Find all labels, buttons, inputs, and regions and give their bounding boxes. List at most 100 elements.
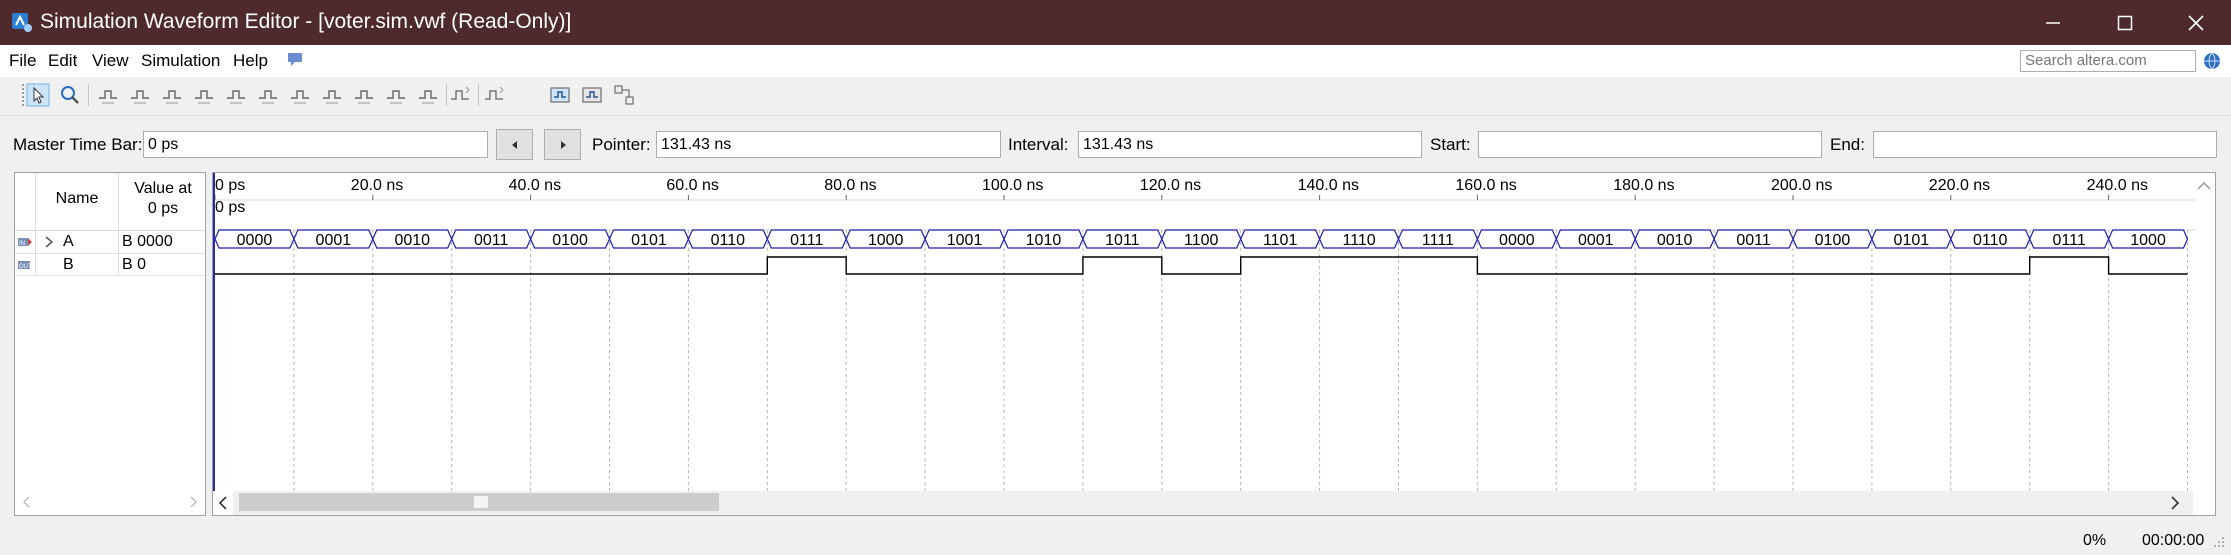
- window-title: Simulation Waveform Editor - [voter.sim.…: [40, 10, 572, 33]
- previous-transition-button[interactable]: [496, 129, 533, 160]
- scroll-up-arrow[interactable]: [2197, 181, 2211, 190]
- interval-field[interactable]: 131.43 ns: [1078, 131, 1422, 158]
- bus-a-value-label: 0111: [790, 232, 823, 249]
- menu-help[interactable]: Help: [233, 49, 268, 73]
- elapsed-time: 00:00:00: [2142, 532, 2205, 549]
- time-tick-label: 80.0 ns: [824, 177, 876, 194]
- time-tick-label: 140.0 ns: [1298, 177, 1359, 194]
- forcing-clock-icon[interactable]: [352, 83, 376, 107]
- value-column-header-line2: 0 ps: [147, 200, 179, 217]
- time-tick-label: 40.0 ns: [509, 177, 561, 194]
- bus-a-value-label: 1000: [2130, 232, 2166, 249]
- signal-value: B 0: [122, 256, 147, 273]
- feedback-icon[interactable]: [287, 51, 303, 67]
- progress-percent: 0%: [2083, 532, 2107, 549]
- time-tick-label: 180.0 ns: [1613, 177, 1674, 194]
- bus-a-value-label: 0101: [631, 232, 667, 249]
- scroll-right-arrow[interactable]: [187, 495, 199, 509]
- bus-a-value-label: 0000: [237, 232, 273, 249]
- bus-a-value-label: 0010: [1657, 232, 1693, 249]
- bus-a-value-label: 0001: [316, 232, 352, 249]
- bus-a-value-label: 1011: [1105, 232, 1140, 249]
- force-high-icon[interactable]: [160, 83, 184, 107]
- count-value-icon[interactable]: [320, 83, 344, 107]
- bus-a-value-label: 0011: [474, 232, 509, 249]
- bus-a-value-label: 0001: [1578, 232, 1614, 249]
- maximize-button[interactable]: [2090, 0, 2160, 45]
- start-field[interactable]: [1478, 131, 1822, 158]
- resize-grip-icon[interactable]: [2212, 535, 2226, 549]
- pointer-field[interactable]: 131.43 ns: [656, 131, 1001, 158]
- time-tick-label: 120.0 ns: [1140, 177, 1201, 194]
- app-icon: [10, 10, 34, 34]
- name-column-header[interactable]: Name: [37, 189, 117, 209]
- waveform-canvas[interactable]: 0 ps 20.0 ns 40.0 ns 60.0 ns 80.0 ns 100.0 ns…: [213, 173, 2215, 515]
- signal-list-panel: Name Value at 0 ps IN A B 0000 OUT B B 0: [14, 172, 206, 516]
- time-tick-label: 220.0 ns: [1929, 177, 1990, 194]
- bus-a-value-label: 0011: [1736, 232, 1771, 249]
- force-high-impedance-icon[interactable]: [192, 83, 216, 107]
- time-marker-label: 0 ps: [215, 199, 245, 216]
- minimize-button[interactable]: [2018, 0, 2088, 45]
- scroll-left-arrow[interactable]: [218, 496, 227, 510]
- menu-file[interactable]: File: [9, 49, 36, 73]
- search-input[interactable]: [2020, 50, 2196, 72]
- snap-to-grid-icon[interactable]: [448, 83, 472, 107]
- zoom-tool-icon[interactable]: [58, 83, 82, 107]
- signal-b-waveform[interactable]: [215, 256, 2188, 275]
- bus-a-value-label: 0000: [1499, 232, 1535, 249]
- expand-chevron-icon[interactable]: [43, 235, 55, 249]
- signal-row-b[interactable]: [15, 254, 205, 276]
- time-tick-label: 200.0 ns: [1771, 177, 1832, 194]
- bus-a-value-label: 0111: [2053, 232, 2086, 249]
- menu-simulation[interactable]: Simulation: [141, 49, 220, 73]
- signal-name: B: [63, 256, 74, 273]
- end-label: End:: [1830, 135, 1865, 154]
- force-weak-high-icon[interactable]: [256, 83, 280, 107]
- bus-a-value-label: 1111: [1422, 232, 1454, 249]
- bus-a-value-label: 1010: [1026, 232, 1062, 249]
- master-time-bar-field[interactable]: 0 ps: [143, 131, 488, 158]
- random-values-icon[interactable]: [416, 83, 440, 107]
- bus-a-value-label: 0100: [552, 232, 588, 249]
- value-column-header-line1[interactable]: Value at: [121, 179, 205, 199]
- toolbar-separator: [88, 84, 89, 106]
- end-field[interactable]: [1873, 131, 2217, 158]
- time-tick-label: 160.0 ns: [1455, 177, 1516, 194]
- output-pin-icon: OUT: [17, 257, 33, 273]
- menu-edit[interactable]: Edit: [48, 49, 77, 73]
- functional-simulation-icon[interactable]: [548, 83, 572, 107]
- invert-icon[interactable]: [288, 83, 312, 107]
- scroll-left-arrow[interactable]: [21, 495, 33, 509]
- bus-a-value-label: 1101: [1263, 232, 1298, 249]
- menu-bar: [0, 45, 2231, 77]
- time-tick-label: 60.0 ns: [666, 177, 718, 194]
- time-tick-label: 0 ps: [215, 177, 245, 194]
- menu-view[interactable]: View: [92, 49, 129, 73]
- bus-a-value-label: 0110: [1973, 232, 2008, 249]
- toolbar-separator: [446, 84, 447, 106]
- force-weak-low-icon[interactable]: [224, 83, 248, 107]
- time-tick-label: 100.0 ns: [982, 177, 1043, 194]
- bus-a-value-label: 0101: [1894, 232, 1930, 249]
- bus-a-value-label: 1100: [1184, 232, 1219, 249]
- pointer-label: Pointer:: [592, 135, 651, 154]
- next-transition-button[interactable]: [544, 129, 581, 160]
- selection-tool-icon[interactable]: [26, 83, 50, 107]
- arbitrary-value-icon[interactable]: [384, 83, 408, 107]
- start-label: Start:: [1430, 135, 1471, 154]
- title-bar: Simulation Waveform Editor - [voter.sim.…: [0, 0, 2231, 45]
- input-pin-icon: IN: [17, 234, 33, 250]
- force-low-icon[interactable]: [128, 83, 152, 107]
- toolbar-separator: [478, 84, 479, 106]
- globe-icon[interactable]: [2203, 52, 2221, 70]
- close-button[interactable]: [2161, 0, 2231, 45]
- timing-simulation-icon[interactable]: [580, 83, 604, 107]
- time-tick-label: 240.0 ns: [2087, 177, 2148, 194]
- force-unknown-icon[interactable]: [96, 83, 120, 107]
- netlist-viewer-icon[interactable]: [612, 83, 636, 107]
- bus-a-value-label: 0110: [711, 232, 746, 249]
- svg-text:IN: IN: [19, 241, 25, 247]
- snap-to-transitions-icon[interactable]: [482, 83, 506, 107]
- svg-text:OUT: OUT: [19, 264, 32, 270]
